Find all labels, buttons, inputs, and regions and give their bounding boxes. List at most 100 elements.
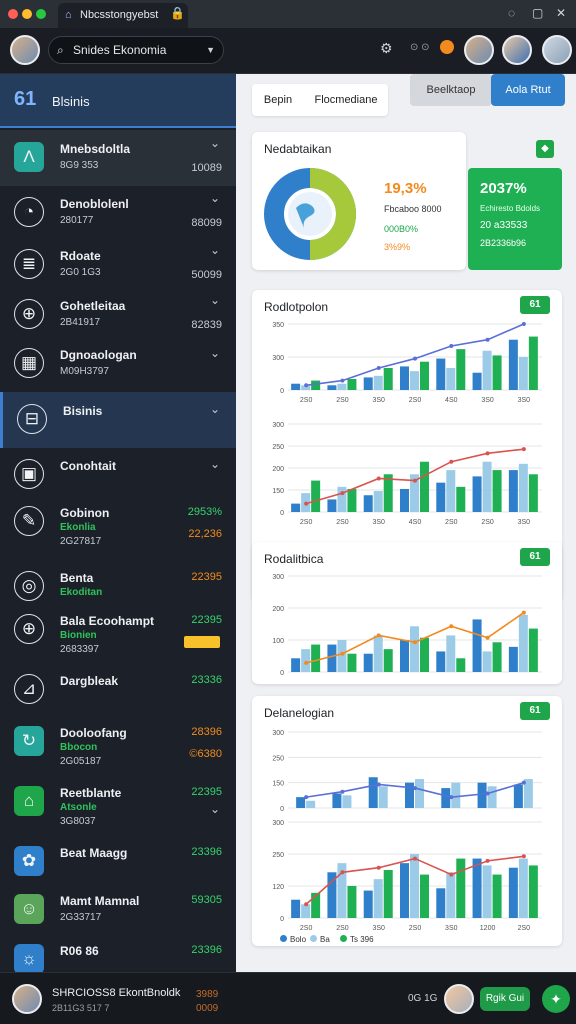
bar <box>291 899 301 918</box>
bottom-bar: SHRCIOSS8 EkontBnoldk 2B11G3 517 7 3989 … <box>0 972 576 1024</box>
bar <box>508 867 518 918</box>
bottom-user-name: SHRCIOSS8 EkontBnoldk <box>52 987 181 999</box>
sidebar-item-4[interactable]: ▦ Dgnoaologan M09H3797 ⌄ <box>0 336 236 392</box>
sidebar-item-label: Mamt Mamnal <box>60 894 140 908</box>
bar <box>420 874 429 918</box>
bottom-avatar[interactable] <box>12 984 42 1014</box>
close-window-icon[interactable] <box>8 9 18 19</box>
bar <box>518 463 528 512</box>
sidebar-item-label: Conohtait <box>60 459 116 473</box>
sidebar-item-value: 2953% <box>187 506 222 518</box>
sidebar-item-label: Dargbleak <box>60 674 119 688</box>
tab-title: Nbcsstongyebst <box>80 9 159 21</box>
chevron-down-icon[interactable]: ⌄ <box>210 136 220 150</box>
ramp-icon: ⊿ <box>14 674 44 704</box>
maximize-window-icon[interactable] <box>36 9 46 19</box>
sidebar-item-tag: Ekonlia <box>60 522 96 533</box>
chevron-down-icon[interactable]: ▼ <box>206 37 215 63</box>
restore-icon[interactable]: ▢ <box>532 6 543 20</box>
sidebar-item-value2: ©6380 <box>189 748 222 760</box>
bar <box>347 653 357 672</box>
chevron-down-icon[interactable]: ⌄ <box>210 802 220 816</box>
chevron-down-icon[interactable]: ⌄ <box>210 293 220 307</box>
profile-avatar[interactable] <box>10 35 40 65</box>
y-tick-label: 120 <box>272 884 284 891</box>
bottom-avatar-2[interactable] <box>444 984 474 1014</box>
chevron-down-icon[interactable]: ⌄ <box>210 457 220 471</box>
chart-badge-2[interactable]: 61 <box>520 548 550 566</box>
sidebar-item-label: Dgnoaologan <box>60 348 137 362</box>
sidebar-item-value: 50099 <box>191 269 222 281</box>
bottom-val1: 3989 <box>196 989 219 1000</box>
sidebar-item-3[interactable]: ⊕ Gohetleitaa 2B41917 82839 ⌄ <box>0 287 236 343</box>
chart-peak-icon: Λ <box>14 142 44 172</box>
chart-badge-3[interactable]: 61 <box>520 702 550 720</box>
bar <box>528 474 538 512</box>
bar <box>415 779 424 808</box>
sidebar-item-sub: 2683397 <box>60 644 99 655</box>
y-tick-label: 300 <box>272 820 284 827</box>
bar <box>487 786 497 808</box>
tab-flocmediane[interactable]: Flocmediane <box>306 84 386 116</box>
bar <box>410 626 419 672</box>
user-avatar-3[interactable] <box>542 35 572 65</box>
notification-badge[interactable] <box>440 40 454 54</box>
legend-swatch <box>310 935 317 942</box>
chevron-down-icon[interactable]: ⌄ <box>210 191 220 205</box>
chevron-down-icon[interactable]: ⌄ <box>210 402 220 416</box>
sidebar-item-tag: Atsonle <box>60 802 97 813</box>
filter-button[interactable]: Beelktaop <box>410 74 492 106</box>
x-tick-label: 3S0 <box>372 397 385 404</box>
line-point <box>521 610 526 615</box>
sidebar-item-value: 23396 <box>191 846 222 858</box>
sidebar-item-1[interactable]: ◔ Denoblolenl 280177 88099 ⌄ <box>0 185 236 241</box>
bottom-status: 0G 1G <box>408 993 438 1004</box>
chevron-down-icon[interactable]: ⌄ <box>210 243 220 257</box>
line-point <box>413 856 417 861</box>
expand-icon[interactable]: ◆ <box>536 140 554 158</box>
user-avatar-1[interactable] <box>464 35 494 65</box>
search-input[interactable]: ⌕ Snides Ekonomia ▼ <box>48 36 224 64</box>
tab-bepin[interactable]: Bepin <box>252 84 304 116</box>
primary-action-button[interactable]: Aola Rtut <box>491 74 565 106</box>
bar <box>420 637 429 672</box>
settings-icon[interactable]: ⚙ <box>380 40 393 57</box>
sidebar-item-9[interactable]: ⊕ Bala Ecoohampt Bionien 2683397 22395 <box>0 602 236 658</box>
sidebar-item-value: 28396 <box>191 726 222 738</box>
sidebar-item-7[interactable]: ✎ Gobinon Ekonlia 2G27817 2953% 22,236 <box>0 494 236 550</box>
sidebar-item-10[interactable]: ⊿ Dargbleak 23336 <box>0 662 236 718</box>
y-tick-label: 100 <box>272 638 284 645</box>
sidebar-item-0[interactable]: Λ Mnebsdoltla 8G9 353 10089 ⌄ <box>0 130 236 186</box>
compass-icon[interactable]: ✦ <box>542 985 570 1013</box>
bar <box>482 651 492 672</box>
chart-badge-1[interactable]: 61 <box>520 296 550 314</box>
minimize-window-icon[interactable] <box>22 9 32 19</box>
line-point <box>413 640 417 645</box>
sidebar-item-11[interactable]: ↻ Dooloofang Bbocon 2G05187 28396 ©6380 <box>0 714 236 770</box>
y-tick-label: 300 <box>272 355 284 362</box>
bottom-action-button[interactable]: Rgik Gui <box>480 987 530 1011</box>
close-icon[interactable]: ✕ <box>556 6 566 20</box>
bar <box>528 628 538 672</box>
sidebar-item-2[interactable]: ≣ Rdoate 2G0 1G3 50099 ⌄ <box>0 237 236 293</box>
sidebar-item-14[interactable]: ☺ Mamt Mamnal 2G33717 59305 <box>0 882 236 938</box>
bar <box>492 642 502 672</box>
browser-tab[interactable]: ⌂ Nbcsstongyebst × <box>58 3 188 28</box>
bar <box>311 380 321 390</box>
x-tick-label: 2S0 <box>409 925 422 932</box>
search-value: Snides Ekonomia <box>73 43 167 57</box>
sidebar-item-label: R06 86 <box>60 944 99 958</box>
bar <box>327 644 337 672</box>
sidebar-item-12[interactable]: ⌂ Reetblante Atsonle 3G8037 22395 ⌄ <box>0 774 236 830</box>
bar <box>383 649 393 672</box>
bar <box>363 653 373 672</box>
sidebar-item-sub: 3G8037 <box>60 816 96 827</box>
highlight-line3: 2B2336b96 <box>480 238 527 248</box>
user-avatar-2[interactable] <box>502 35 532 65</box>
shield-icon[interactable]: ◌ <box>508 6 515 20</box>
chevron-down-icon[interactable]: ⌄ <box>210 346 220 360</box>
bar <box>327 499 337 512</box>
sidebar: 61 Blsinis Λ Mnebsdoltla 8G9 353 10089 ⌄ ◔ Den… <box>0 74 236 974</box>
sidebar-item-5[interactable]: ⊟ Bisinis ⌄ <box>0 392 236 448</box>
bar <box>446 368 456 390</box>
